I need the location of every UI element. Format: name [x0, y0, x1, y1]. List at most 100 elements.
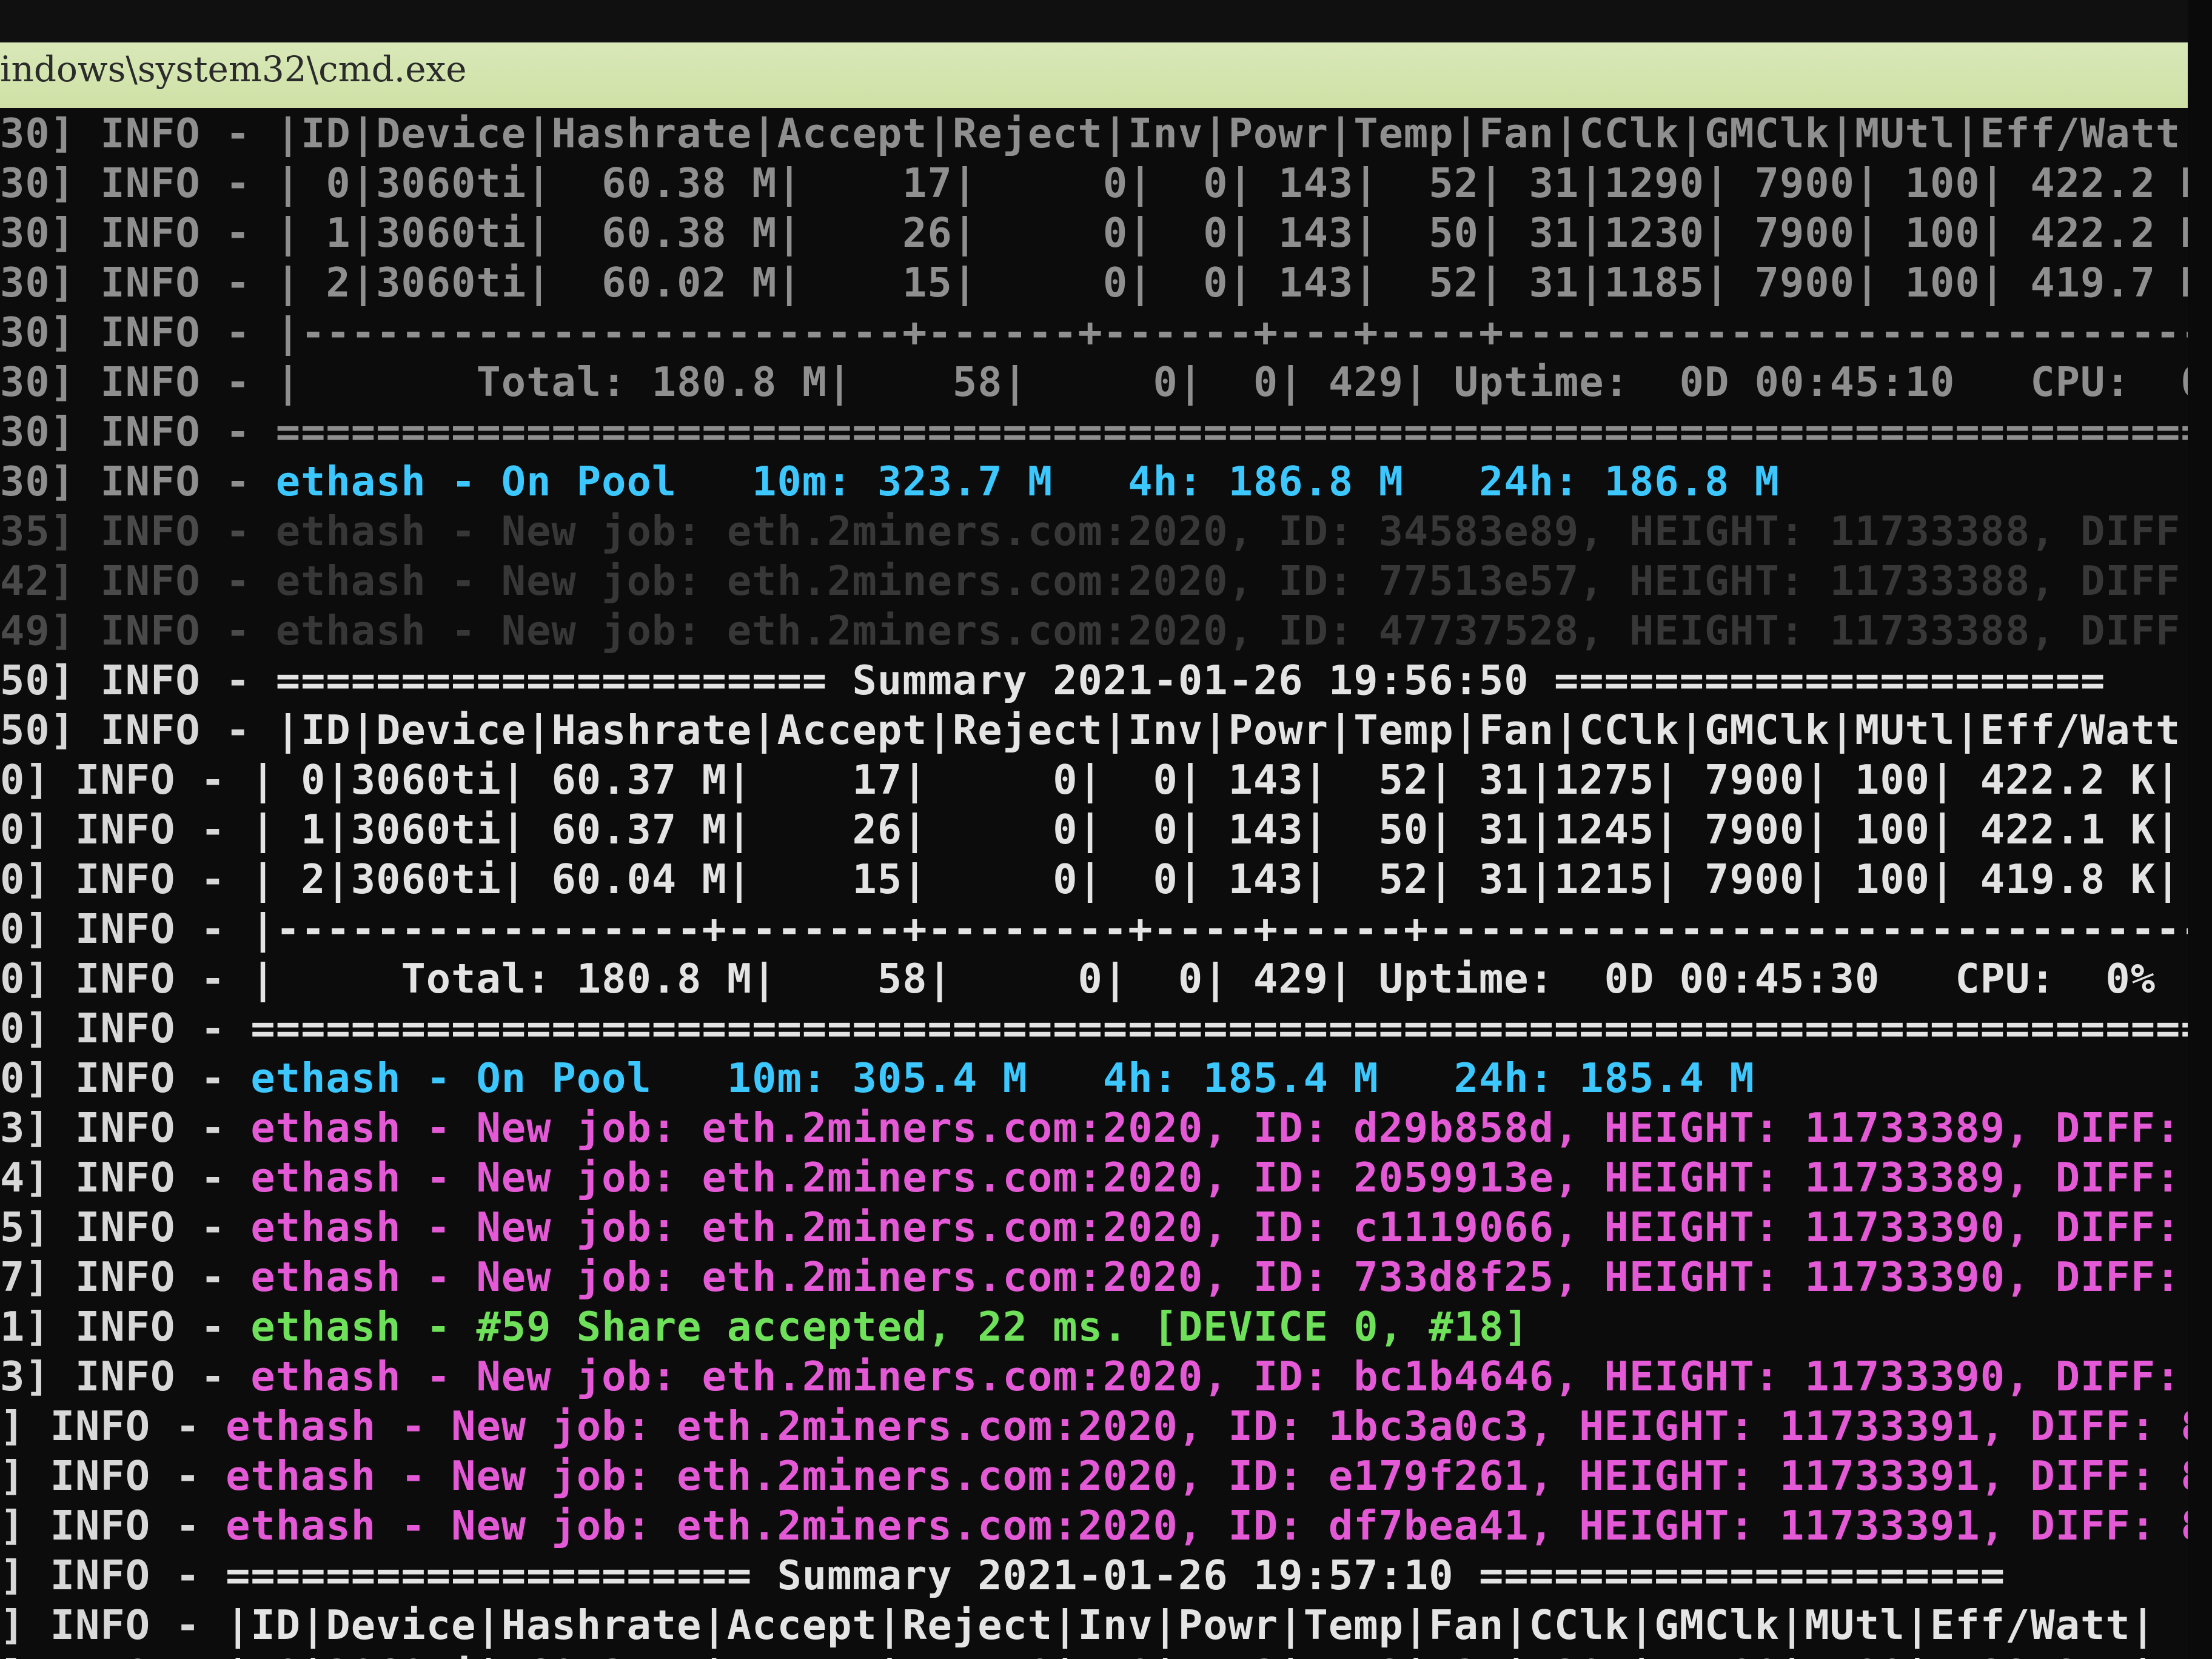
log-timestamp: 30] [0, 159, 76, 207]
log-message: |-----------------+-------+--------+----… [226, 905, 2212, 953]
console-line: 0] INFO - | 1|3060ti| 60.37 M| 26| 0| 0|… [0, 806, 2181, 853]
log-message: ========================================… [226, 1005, 2212, 1052]
console-line: ] INFO - ===================== Summary 2… [0, 1552, 2006, 1599]
log-level: INFO [75, 905, 176, 953]
log-timestamp: 30] [0, 259, 76, 306]
log-message: ethash - New job: eth.2miners.com:2020, … [250, 607, 2212, 654]
log-timestamp: 49] [0, 607, 76, 654]
log-message: | 0|3060ti| 60.37 M| 17| 0| 0| 143| 52| … [201, 1651, 2156, 1659]
log-timestamp: 0] [0, 955, 50, 1002]
log-timestamp: 0] [0, 1005, 50, 1052]
console-output[interactable]: 30] INFO - |ID|Device|Hashrate|Accept|Re… [0, 108, 2212, 1659]
log-level: INFO [50, 1651, 150, 1659]
log-message: | 0|3060ti| 60.38 M| 17| 0| 0| 143| 52| … [250, 159, 2212, 207]
log-level: INFO [75, 1303, 176, 1350]
console-line: 49] INFO - ethash - New job: eth.2miners… [0, 606, 2212, 655]
log-timestamp: 50] [0, 706, 76, 754]
console-line: ] INFO - |ID|Device|Hashrate|Accept|Reje… [0, 1601, 2156, 1649]
log-level: INFO [100, 706, 201, 754]
log-message: ===================== Summary 2021-01-26… [200, 1552, 2006, 1599]
log-timestamp: 30] [0, 110, 76, 157]
console-line: 30] INFO - | 1|3060ti| 60.38 M| 26| 0| 0… [0, 209, 2212, 257]
console-line: 0] INFO - |-----------------+-------+---… [0, 905, 2212, 953]
log-timestamp: 5] [0, 1204, 50, 1251]
console-line: 3] INFO - ethash - New job: eth.2miners.… [0, 1104, 2212, 1152]
log-level: INFO [50, 1452, 151, 1500]
log-level: INFO [100, 159, 201, 207]
log-level: INFO [100, 309, 201, 356]
log-level: INFO [100, 508, 201, 555]
log-level: INFO [100, 408, 201, 455]
log-level: INFO [50, 1552, 151, 1599]
console-line: 30] INFO - |------------------------+---… [0, 308, 2212, 357]
log-level: INFO [75, 1104, 176, 1151]
log-message: | Total: 180.8 M| 58| 0| 0| 429| Uptime:… [226, 955, 2206, 1002]
log-message: ethash - New job: eth.2miners.com:2020, … [250, 508, 2212, 555]
console-line: 4] INFO - ethash - New job: eth.2miners.… [0, 1153, 2212, 1202]
log-timestamp: 35] [0, 508, 76, 555]
log-timestamp: ] [0, 1403, 25, 1450]
log-level: INFO [75, 756, 176, 803]
console-line: 5] INFO - ethash - New job: eth.2miners.… [0, 1203, 2212, 1252]
log-message: ====================== Summary 2021-01-2… [250, 657, 2106, 704]
console-line: 30] INFO - | 0|3060ti| 60.38 M| 17| 0| 0… [0, 159, 2212, 207]
log-message: | 2|3060ti| 60.02 M| 15| 0| 0| 143| 52| … [250, 259, 2212, 306]
log-level: INFO [75, 1204, 176, 1251]
log-timestamp: 30] [0, 209, 76, 256]
log-message: ethash - #59 Share accepted, 22 ms. [DEV… [226, 1303, 1529, 1350]
log-timestamp: 0] [0, 905, 50, 953]
console-line: 1] INFO - ethash - #59 Share accepted, 2… [0, 1303, 1529, 1350]
console-line: 35] INFO - ethash - New job: eth.2miners… [0, 507, 2212, 555]
console-line: 0] INFO - ethash - On Pool 10m: 305.4 M … [0, 1054, 1755, 1102]
log-timestamp: 3] [0, 1353, 50, 1400]
log-level: INFO [100, 259, 201, 306]
log-message: ethash - New job: eth.2miners.com:2020, … [226, 1204, 2212, 1251]
log-timestamp: 1] [0, 1303, 50, 1350]
log-level: INFO [75, 1054, 176, 1102]
log-message: ethash - New job: eth.2miners.com:2020, … [250, 557, 2212, 605]
log-level: INFO [100, 657, 201, 704]
log-message: |ID|Device|Hashrate|Accept|Reject|Inv|Po… [250, 110, 2206, 157]
title-bar[interactable]: indows\system32\cmd.exe [0, 0, 2212, 108]
console-line: 30] INFO - | Total: 180.8 M| 58| 0| 0| 4… [0, 358, 2212, 406]
log-level: INFO [100, 607, 201, 654]
console-line: ] INFO - ethash - New job: eth.2miners.c… [0, 1452, 2212, 1500]
console-line: 42] INFO - ethash - New job: eth.2miners… [0, 557, 2212, 605]
log-message: ethash - On Pool 10m: 323.7 M 4h: 186.8 … [250, 458, 1780, 505]
log-timestamp: 0] [0, 756, 50, 803]
log-message: ethash - New job: eth.2miners.com:2020, … [226, 1154, 2212, 1201]
log-message: ========================================… [250, 408, 2212, 455]
log-timestamp: 30] [0, 458, 76, 505]
log-timestamp: 0] [0, 1054, 50, 1102]
log-timestamp: 50] [0, 657, 76, 704]
console-line: 0] INFO - | 0|3060ti| 60.37 M| 17| 0| 0|… [0, 756, 2181, 803]
log-message: | 0|3060ti| 60.37 M| 17| 0| 0| 143| 52| … [226, 756, 2181, 803]
console-window: indows\system32\cmd.exe 30] INFO - |ID|D… [0, 0, 2212, 1659]
log-level: INFO [75, 1253, 176, 1301]
log-level: INFO [100, 110, 201, 157]
log-message: | 1|3060ti| 60.37 M| 26| 0| 0| 143| 50| … [226, 806, 2181, 853]
log-timestamp: 30] [0, 309, 76, 356]
log-message: | Total: 180.8 M| 58| 0| 0| 429| Uptime:… [250, 358, 2212, 406]
console-line: 7] INFO - ethash - New job: eth.2miners.… [0, 1253, 2212, 1301]
log-level: INFO [50, 1601, 151, 1649]
console-line: 0] INFO - | Total: 180.8 M| 58| 0| 0| 42… [0, 955, 2206, 1002]
console-line: 50] INFO - |ID|Device|Hashrate|Accept|Re… [0, 706, 2181, 754]
log-timestamp: ] [0, 1651, 25, 1659]
log-message: |ID|Device|Hashrate|Accept|Reject|Inv|Po… [250, 706, 2181, 754]
console-line: 3] INFO - ethash - New job: eth.2miners.… [0, 1352, 2212, 1401]
console-line: 30] INFO - |ID|Device|Hashrate|Accept|Re… [0, 110, 2206, 157]
console-line: 30] INFO - =============================… [0, 407, 2212, 456]
log-timestamp: 0] [0, 856, 50, 903]
log-timestamp: 4] [0, 1154, 50, 1201]
log-timestamp: 0] [0, 806, 50, 853]
log-message: ethash - New job: eth.2miners.com:2020, … [200, 1502, 2212, 1549]
log-level: INFO [75, 1005, 176, 1052]
log-level: INFO [50, 1502, 151, 1549]
log-message: ethash - On Pool 10m: 305.4 M 4h: 185.4 … [226, 1054, 1755, 1102]
console-line: 0] INFO - | 2|3060ti| 60.04 M| 15| 0| 0|… [0, 856, 2181, 903]
console-line: 50] INFO - ====================== Summar… [0, 657, 2106, 704]
log-timestamp: 42] [0, 557, 76, 605]
log-message: ethash - New job: eth.2miners.com:2020, … [226, 1253, 2212, 1301]
log-message: ethash - New job: eth.2miners.com:2020, … [226, 1104, 2212, 1151]
